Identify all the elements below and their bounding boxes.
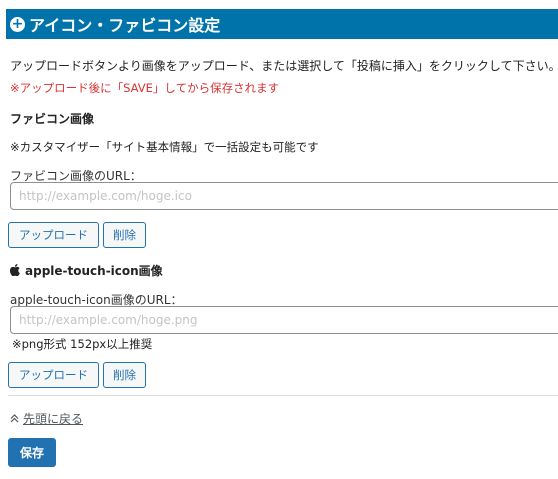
apple-touch-note: ※png形式 152px以上推奨: [12, 337, 153, 351]
back-to-top-label: 先頭に戻る: [23, 412, 84, 426]
section-title: アイコン・ファビコン設定: [29, 16, 221, 35]
plus-circle-icon: +: [10, 16, 25, 32]
apple-touch-title-text: apple-touch-icon画像: [25, 264, 163, 278]
apple-touch-url-input[interactable]: [10, 306, 558, 334]
save-button[interactable]: 保存: [8, 438, 56, 467]
favicon-section-title: ファビコン画像: [10, 112, 95, 126]
apple-touch-section-title: apple-touch-icon画像: [9, 262, 163, 279]
favicon-url-input[interactable]: [10, 182, 558, 210]
apple-touch-delete-button[interactable]: 削除: [103, 362, 146, 388]
divider: [8, 395, 558, 396]
upload-description: アップロードボタンより画像をアップロード、または選択して「投稿に挿入」をクリック…: [10, 59, 558, 73]
apple-icon: [9, 264, 20, 279]
favicon-note: ※カスタマイザー「サイト基本情報」で一括設定も可能です: [10, 140, 319, 154]
save-warning: ※アップロード後に「SAVE」してから保存されます: [10, 81, 280, 95]
favicon-delete-button[interactable]: 削除: [103, 222, 146, 248]
apple-touch-upload-button[interactable]: アップロード: [8, 362, 99, 388]
favicon-upload-button[interactable]: アップロード: [8, 222, 99, 248]
double-chevron-up-icon: [10, 412, 19, 426]
section-header: + アイコン・ファビコン設定: [6, 9, 558, 39]
back-to-top-link[interactable]: 先頭に戻る: [10, 410, 83, 427]
